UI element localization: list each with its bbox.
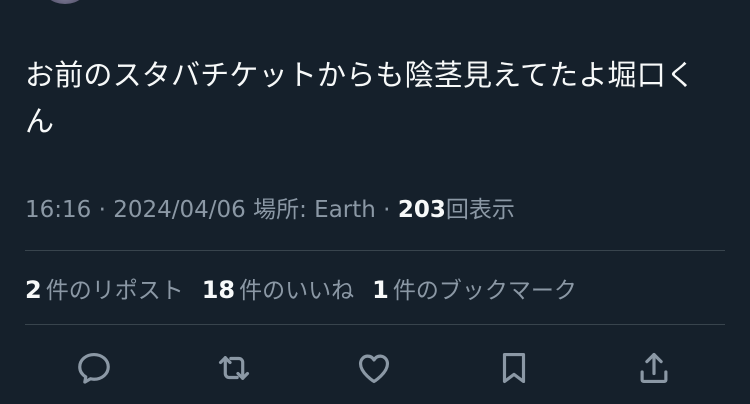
avatar[interactable] [40, 0, 90, 4]
share-button[interactable] [632, 346, 676, 390]
reply-icon [78, 352, 110, 384]
like-button[interactable] [352, 346, 396, 390]
tweet-metadata: 16:16 · 2024/04/06 場所: Earth · 203回表示 [25, 194, 515, 226]
engagement-stats: 2 件のリポスト 18 件のいいね 1 件のブックマーク [25, 272, 577, 304]
meta-separator: · [375, 197, 398, 223]
repost-label: 件のリポスト [45, 278, 184, 304]
bookmark-label: 件のブックマーク [392, 278, 577, 304]
bookmark-button[interactable] [492, 346, 536, 390]
action-bar [0, 346, 750, 390]
tweet-text: お前のスタバチケットからも陰茎見えてたよ堀口くん [25, 58, 696, 138]
divider [25, 250, 725, 251]
tweet-time[interactable]: 16:16 [25, 197, 91, 223]
heart-icon [358, 354, 390, 384]
meta-separator: · [91, 197, 114, 223]
bookmark-count-link[interactable]: 1 件のブックマーク [372, 271, 577, 305]
reply-button[interactable] [72, 346, 116, 390]
repost-count-link[interactable]: 2 件のリポスト [25, 271, 184, 305]
repost-button[interactable] [212, 346, 256, 390]
bookmark-icon [502, 352, 526, 384]
repost-icon [218, 356, 250, 380]
tweet-location: 場所: Earth [253, 197, 376, 223]
share-icon [640, 352, 668, 384]
bookmark-count: 1 [372, 276, 389, 304]
tweet-date[interactable]: 2024/04/06 [113, 197, 246, 223]
like-label: 件のいいね [239, 278, 355, 304]
like-count: 18 [201, 276, 236, 304]
divider [25, 324, 725, 325]
repost-count: 2 [25, 276, 42, 304]
tweet-detail: お前のスタバチケットからも陰茎見えてたよ堀口くん 16:16 · 2024/04… [0, 0, 750, 404]
views-label: 回表示 [445, 197, 515, 223]
like-count-link[interactable]: 18 件のいいね [202, 271, 354, 305]
views-count: 203 [397, 197, 446, 223]
